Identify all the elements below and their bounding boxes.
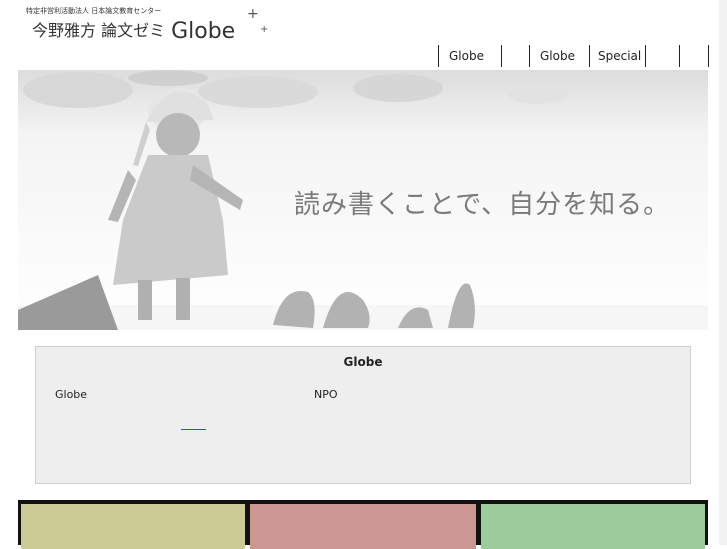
info-left-text: Globe bbox=[55, 388, 88, 401]
tile-yellow[interactable] bbox=[21, 504, 245, 549]
info-title: Globe bbox=[343, 355, 383, 369]
hero-tagline: 読み書くことで、自分を知る。 bbox=[294, 190, 671, 220]
sparkle-icon: + bbox=[247, 6, 259, 22]
nav-item-blank-2[interactable] bbox=[645, 45, 679, 67]
sparkle-icon-small: + bbox=[260, 24, 269, 35]
hero-banner: 読み書くことで、自分を知る。 bbox=[18, 70, 708, 330]
nav-item-special[interactable]: Special bbox=[589, 45, 645, 67]
tile-red[interactable] bbox=[250, 504, 476, 549]
tile-green[interactable] bbox=[481, 504, 705, 549]
info-link[interactable] bbox=[181, 417, 206, 430]
organization-name: 特定非営利活動法人 日本論文教育センター bbox=[26, 7, 162, 15]
site-title-brand: Globe bbox=[171, 19, 236, 44]
info-box: Globe Globe NPO bbox=[35, 346, 691, 484]
page-edge bbox=[719, 0, 727, 545]
site-logo[interactable]: 今野雅方 論文ゼミ Globe bbox=[32, 17, 236, 44]
info-right-text: NPO bbox=[314, 388, 338, 401]
tile-row bbox=[18, 500, 708, 549]
nav-item-globe[interactable]: Globe bbox=[438, 45, 501, 67]
nav-item-blank-3[interactable] bbox=[679, 45, 708, 67]
nav-item-blank-1[interactable] bbox=[501, 45, 529, 67]
site-title-jp: 今野雅方 論文ゼミ bbox=[32, 21, 166, 40]
nav-divider bbox=[708, 45, 709, 67]
nav-item-globe-2[interactable]: Globe bbox=[529, 45, 589, 67]
main-navigation: Globe Globe Special bbox=[438, 45, 708, 67]
